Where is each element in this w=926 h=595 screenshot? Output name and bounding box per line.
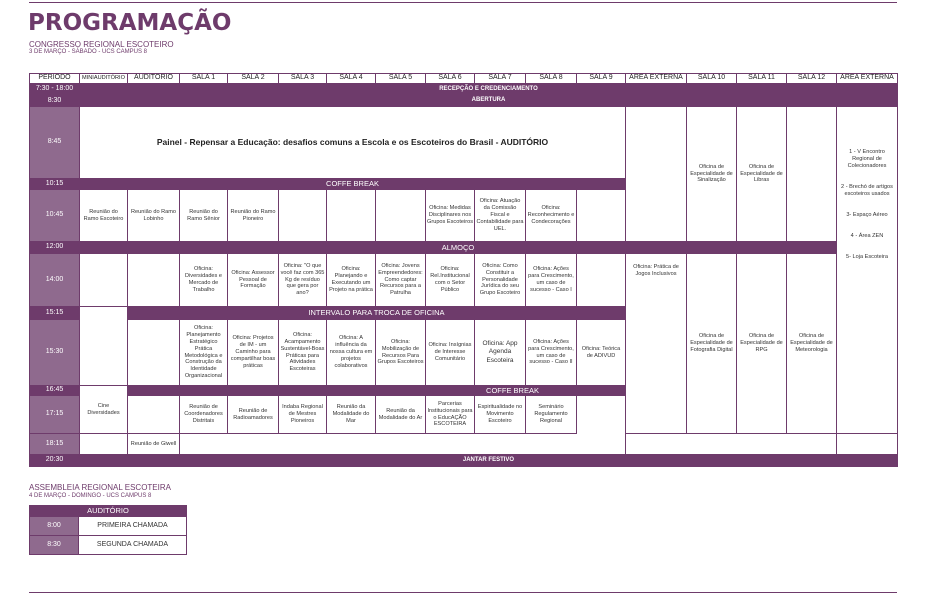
workshop-cell: Oficina: Jovens Empreendedores: Como cap… xyxy=(375,253,426,307)
session-cell: Reunião do Ramo Lobinho xyxy=(127,189,180,242)
top-rule xyxy=(29,2,897,3)
empty-cell xyxy=(576,189,626,242)
empty-cell xyxy=(786,106,837,242)
meeting-cell: Indaba Regional de Mestres Pioneiros xyxy=(278,395,327,434)
time-slot: 10:45 xyxy=(29,189,80,242)
assembly-label: PRIMEIRA CHAMADA xyxy=(78,516,187,536)
time-slot: 15:30 xyxy=(29,319,80,386)
interval-bar: INTERVALO PARA TROCA DE OFICINA xyxy=(127,306,626,320)
meeting-cell: Reunião de Coordenadores Distritais xyxy=(179,395,228,434)
assembly-title: ASSEMBLEIA REGIONAL ESCOTEIRA xyxy=(29,483,171,492)
assembly-date: 4 DE MARÇO - DOMINGO - UCS CAMPUS 8 xyxy=(29,493,152,499)
meeting-cell: Reunião de Giwell xyxy=(127,433,180,455)
empty-cell xyxy=(326,189,376,242)
workshop-cell: Oficina: Projetos de IM - um Caminho par… xyxy=(227,319,279,386)
workshop-cell: Oficina: Teórica de ADIVUD xyxy=(576,319,626,386)
empty-cell xyxy=(127,319,180,386)
workshop-cell: Oficina: Mobilização de Recursos Para Gr… xyxy=(375,319,426,386)
empty-cell xyxy=(127,253,180,307)
workshop-cell: Oficina: A influência da nossa cultura e… xyxy=(326,319,376,386)
time-slot: 17:15 xyxy=(29,395,80,434)
page-title: PROGRAMAÇÃO xyxy=(28,10,232,36)
meeting-cell: Reunião da Modalidade do Mar xyxy=(326,395,376,434)
session-cell: Reunião do Ramo Pioneiro xyxy=(227,189,279,242)
session-cell: Oficina: Medidas Disciplinares nos Grupo… xyxy=(425,189,475,242)
cine-session: Cine Diversidades xyxy=(79,385,128,434)
workshop-cell: Oficina de Especialidade de Meteorologia xyxy=(786,253,837,434)
workshop-cell: Oficina: Rel.Institucional com o Setor P… xyxy=(425,253,475,307)
workshop-cell: Oficina: Planejamento Estratégico Prátic… xyxy=(179,319,228,386)
empty-cell xyxy=(576,253,626,307)
empty-cell xyxy=(79,306,128,386)
assembly-time: 8:30 xyxy=(29,535,79,555)
panel-session: Painel - Repensar a Educação: desafios c… xyxy=(79,106,626,179)
workshop-cell: Oficina de Especialidade de Fotografia D… xyxy=(686,253,737,434)
meeting-cell: Reunião de Radioamadores xyxy=(227,395,279,434)
workshop-cell: Oficina de Especialidade de Sinalização xyxy=(686,106,737,242)
workshop-cell: Oficina: Ações para Crescimento, um caso… xyxy=(525,319,577,386)
empty-cell xyxy=(375,189,426,242)
session-cell: Reunião do Ramo Sênior xyxy=(179,189,228,242)
session-cell: Oficina: Reconhecimento e Condecorações xyxy=(525,189,577,242)
event-subtitle: CONGRESSO REGIONAL ESCOTEIRO xyxy=(29,40,174,49)
empty-cell xyxy=(836,433,898,455)
empty-cell xyxy=(127,395,180,434)
workshop-cell: Oficina: Assessor Pessoal de Formação xyxy=(227,253,279,307)
assembly-time: 8:00 xyxy=(29,516,79,536)
time-slot: 15:15 xyxy=(29,306,80,320)
empty-cell xyxy=(79,433,128,455)
workshop-cell: Oficina: Diversidades e Mercado de Traba… xyxy=(179,253,228,307)
time-slot: 8:45 xyxy=(29,106,80,179)
workshop-cell: Oficina: Acampamento Sustentável-Boas Pr… xyxy=(278,319,327,386)
empty-cell xyxy=(79,253,128,307)
session-cell: Oficina: Atuação da Comissão Fiscal e Co… xyxy=(474,189,526,242)
time-slot: 14:00 xyxy=(29,253,80,307)
bottom-rule xyxy=(29,592,897,593)
workshop-cell: Oficina: Como Constituir a Personalidade… xyxy=(474,253,526,307)
meeting-cell: Espiritualidade no Movimento Escoteiro xyxy=(474,395,526,434)
workshop-cell: Oficina: Planejando e Executando um Proj… xyxy=(326,253,376,307)
workshop-cell: Oficina: "O que você faz com 365 Kg de r… xyxy=(278,253,327,307)
workshop-cell: Oficina de Especialidade de Libras xyxy=(736,106,787,242)
time-slot: 18:15 xyxy=(29,433,80,455)
time-slot: 20:30 xyxy=(29,454,80,467)
workshop-cell: Oficina de Especialidade de RPG xyxy=(736,253,787,434)
workshop-cell: Oficina: Prática de Jogos Inclusivos xyxy=(625,253,687,434)
workshop-cell: Oficina: App Agenda Escoteira xyxy=(474,319,526,386)
workshop-cell: Oficina: Ações para Crescimento, um caso… xyxy=(525,253,577,307)
meeting-cell: Reunião da Modalidade do Ar xyxy=(375,395,426,434)
meeting-cell: Seminário Regulamento Regional xyxy=(525,395,577,434)
schedule-grid: PERÍODO MINIAUDITÓRIO AUDITÓRIO SALA 1 SALA … xyxy=(29,73,898,467)
event-date: 3 DE MARÇO - SÁBADO - UCS CAMPUS 8 xyxy=(29,49,148,55)
empty-cell xyxy=(625,433,837,455)
dinner-bar: JANTAR FESTIVO xyxy=(79,454,898,467)
assembly-label: SEGUNDA CHAMADA xyxy=(78,535,187,555)
empty-cell xyxy=(625,106,687,242)
workshop-cell: Oficina: Insígnias de Interesse Comunitá… xyxy=(425,319,475,386)
session-cell: Reunião do Ramo Escoteiro xyxy=(79,189,128,242)
meeting-cell: Parcerias Institucionais para o EducAÇÃO… xyxy=(425,395,475,434)
external-area-list: 1 - V Encontro Regional de Colecionadore… xyxy=(836,106,898,434)
assembly-table: AUDITÓRIO 8:00 PRIMEIRA CHAMADA 8:30 SEG… xyxy=(29,505,187,557)
